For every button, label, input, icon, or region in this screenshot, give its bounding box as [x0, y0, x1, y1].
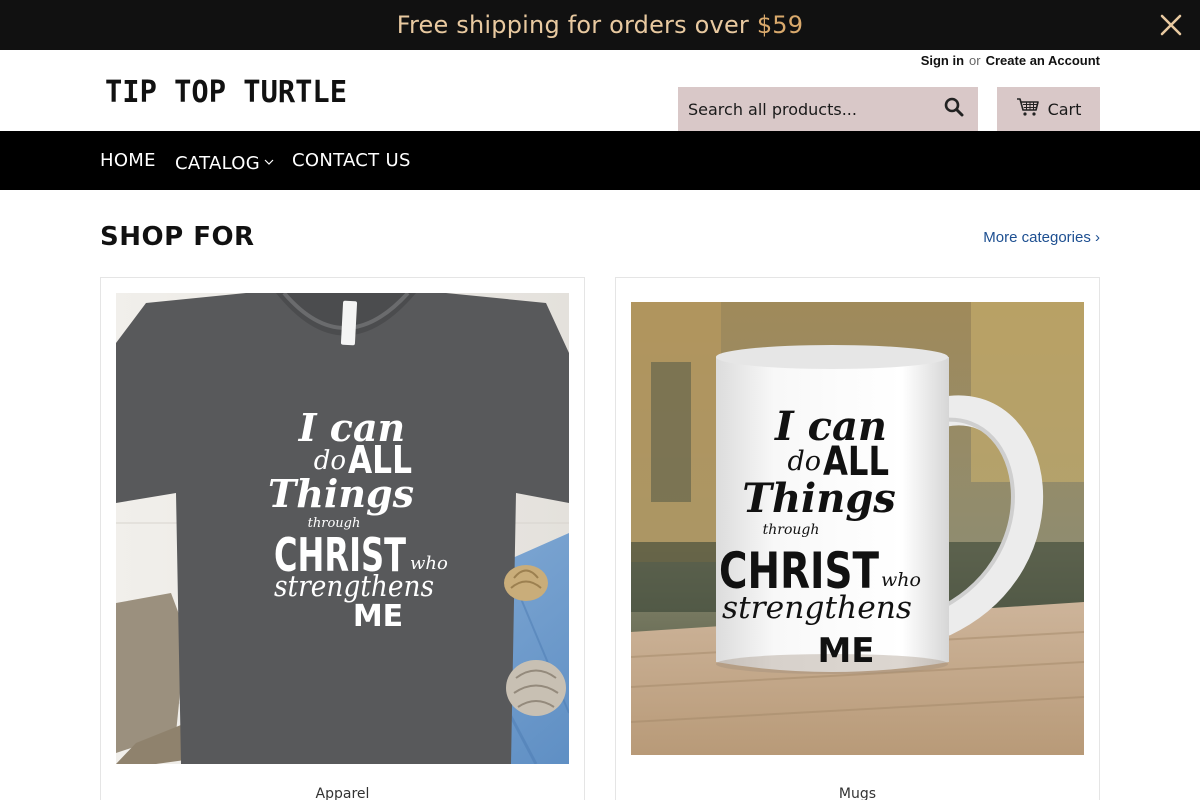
section-title: SHOP FOR: [100, 222, 255, 252]
logo-text: TIP TOP TURTLE: [105, 75, 347, 110]
search-input[interactable]: [678, 87, 933, 131]
cart-label: Cart: [1047, 99, 1082, 119]
apparel-print-line-9: ME: [353, 599, 403, 634]
sign-in-link[interactable]: Sign in: [921, 53, 964, 68]
announcement-bar: Free shipping for orders over $59: [0, 0, 1200, 50]
mug-product-image: I can do ALL Things through CHRIST who s…: [631, 302, 1084, 755]
account-or-text: or: [969, 53, 981, 68]
search-button[interactable]: [930, 87, 978, 131]
apparel-print-line-8: strengthens: [274, 569, 434, 603]
announcement-text: Free shipping for orders over $59: [0, 0, 1200, 50]
nav-item-home[interactable]: HOME: [100, 131, 156, 190]
search-form: [678, 87, 978, 131]
create-account-link[interactable]: Create an Account: [986, 53, 1100, 68]
mug-print-line-7: who: [881, 569, 921, 591]
mugs-caption: Mugs: [838, 786, 877, 800]
more-categories-link[interactable]: More categories ›: [983, 229, 1100, 246]
nav-item-contact-us[interactable]: CONTACT US: [292, 131, 411, 190]
mug-print-line-8: strengthens: [722, 590, 912, 626]
site-logo[interactable]: TIP TOP TURTLE: [103, 70, 351, 112]
main-nav: HOME CATALOG CONTACT US: [0, 131, 1200, 190]
apparel-caption: Apparel: [315, 786, 370, 800]
nav-item-catalog-label: CATALOG: [175, 153, 260, 174]
cart-button[interactable]: Cart: [997, 87, 1100, 131]
collection-card-mugs[interactable]: I can do ALL Things through CHRIST who s…: [615, 277, 1100, 800]
announcement-prefix: Free shipping for orders over: [396, 11, 757, 39]
search-icon: [944, 97, 964, 122]
mug-print-line-2: do: [787, 446, 821, 477]
nav-item-catalog[interactable]: CATALOG: [175, 131, 274, 190]
collection-card-apparel[interactable]: I can do ALL Things through CHRIST who s…: [100, 277, 585, 800]
account-links: Sign in or Create an Account: [921, 53, 1100, 68]
mug-print-line-4: Things: [742, 475, 896, 522]
close-icon[interactable]: [1158, 12, 1184, 38]
apparel-product-image: I can do ALL Things through CHRIST who s…: [116, 293, 569, 764]
mug-print-line-9: ME: [817, 631, 874, 671]
cart-icon: [1016, 97, 1040, 122]
announcement-amount: $59: [756, 11, 804, 39]
mug-print-line-5: through: [763, 522, 820, 538]
apparel-print-line-4: Things: [268, 471, 414, 516]
chevron-down-icon: [264, 131, 274, 190]
